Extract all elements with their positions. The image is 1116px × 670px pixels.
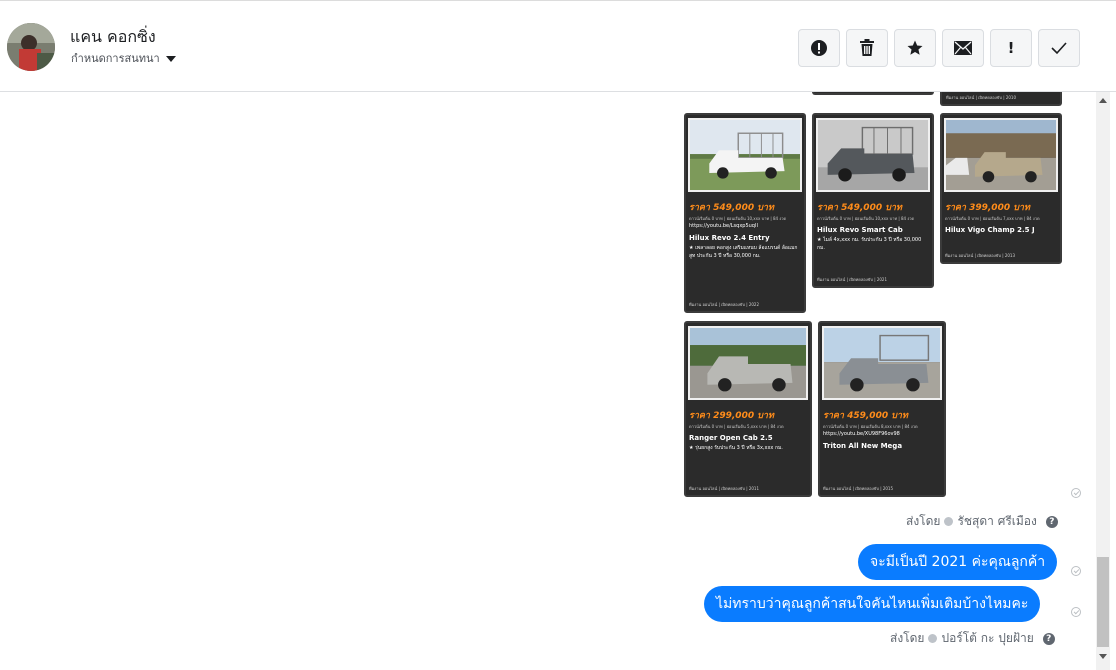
card-finance-info: ดาวน์เริ่มต้น 0 บาท | ผ่อนเริ่มต้น 5,xxx…: [689, 424, 784, 429]
messenger-conversation: แคน คอกซิ่ง กำหนดการสนทนา ! ทีมงาน ออนไล…: [0, 0, 1116, 670]
car-card[interactable]: ราคา 459,000 บาท ดาวน์เริ่มต้น 0 บาท | ผ…: [818, 321, 946, 497]
conversation-settings-label: กำหนดการสนทนา: [71, 52, 160, 65]
card-finance-info: ดาวน์เริ่มต้น 0 บาท | ผ่อนเริ่มต้น 10,xx…: [689, 216, 787, 221]
car-card[interactable]: ราคา 299,000 บาท ดาวน์เริ่มต้น 0 บาท | ผ…: [684, 321, 812, 497]
conversation-settings-dropdown[interactable]: กำหนดการสนทนา: [71, 49, 176, 67]
card-footer: ทีมงาน ออนไลน์ | เปิดทดลองขับ | 2011: [689, 486, 759, 491]
sent-by-prefix: ส่งโดย: [906, 514, 941, 528]
card-description: ★ เพลาลอย คอกสูง เสริมแหนบ ล้อแบรนด์ ล้อ…: [689, 245, 798, 259]
spam-button[interactable]: !: [990, 29, 1032, 67]
alert-circle-icon: [811, 40, 827, 56]
card-youtube-link[interactable]: https://youtu.be/Lsqxp5uqII: [686, 222, 804, 230]
report-button[interactable]: [798, 29, 840, 67]
star-icon: [907, 40, 923, 55]
card-footer: ทีมงาน ออนไลน์ | เปิดทดลองขับ | 2010: [946, 95, 1016, 100]
car-card[interactable]: ราคา 549,000 บาท ดาวน์เริ่มต้น 0 บาท | ผ…: [684, 113, 806, 313]
sender-name: รัชสุดา ศรีเมือง: [957, 514, 1037, 528]
card-model: Ranger Open Cab 2.5: [689, 434, 773, 442]
car-photo: [944, 118, 1058, 192]
card-footer: ทีมงาน ออนไลน์ | เปิดทดลองขับ | 2013: [945, 253, 1015, 258]
card-finance-info: ดาวน์เริ่มต้น 0 บาท | ผ่อนเริ่มต้น 7,xxx…: [945, 216, 1040, 221]
car-card-partial[interactable]: [812, 92, 934, 95]
envelope-icon: [954, 41, 972, 55]
verified-icon: [944, 517, 954, 526]
read-receipt-icon: [1071, 607, 1081, 617]
card-price: ราคา 549,000 บาท: [817, 203, 902, 213]
trash-icon: [860, 39, 874, 56]
card-model: Hilux Vigo Champ 2.5 J: [945, 226, 1035, 234]
read-receipt-icon: [1071, 488, 1081, 498]
avatar[interactable]: [7, 23, 55, 71]
scrollbar[interactable]: [1096, 92, 1110, 670]
card-model: Hilux Revo Smart Cab: [817, 226, 903, 234]
sent-by-line: ส่งโดย ปอร์โต้ กะ ปุยฝ้าย ?: [890, 629, 1055, 648]
caret-down-icon: [165, 55, 176, 62]
car-photo: [822, 326, 942, 400]
card-price: ราคา 399,000 บาท: [945, 203, 1030, 213]
card-finance-info: ดาวน์เริ่มต้น 0 บาท | ผ่อนเริ่มต้น 10,xx…: [817, 216, 915, 221]
check-icon: [1051, 42, 1067, 55]
card-footer: ทีมงาน ออนไลน์ | เปิดทดลองขับ | 2015: [823, 486, 893, 491]
contact-name[interactable]: แคน คอกซิ่ง: [70, 25, 156, 50]
card-footer: ทีมงาน ออนไลน์ | เปิดทดลองขับ | 2021: [817, 277, 887, 282]
sent-by-prefix: ส่งโดย: [890, 631, 925, 645]
card-footer: ทีมงาน ออนไลน์ | เปิดทดลองขับ | 2022: [689, 302, 759, 307]
card-description: ★ ไมล์ 4x,xxx กม. รับประกัน 3 ปี หรือ 30…: [817, 237, 922, 251]
scroll-down-arrow-icon[interactable]: [1099, 654, 1107, 659]
card-price: ราคา 459,000 บาท: [823, 411, 908, 421]
car-card[interactable]: ราคา 549,000 บาท ดาวน์เริ่มต้น 0 บาท | ผ…: [812, 113, 934, 288]
mark-done-button[interactable]: [1038, 29, 1080, 67]
card-description: ★ รุ่นยกสูง รับประกัน 3 ปี หรือ 3x,xxx ก…: [689, 445, 783, 451]
card-finance-info: ดาวน์เริ่มต้น 0 บาท | ผ่อนเริ่มต้น 8,xxx…: [823, 424, 918, 429]
card-price: ราคา 299,000 บาท: [689, 411, 774, 421]
verified-icon: [928, 634, 938, 643]
message-bubble[interactable]: ไม่ทราบว่าคุณลูกค้าสนใจคันไหนเพิ่มเติมบ้…: [704, 586, 1041, 622]
read-receipt-icon: [1071, 566, 1081, 576]
header-actions: !: [798, 29, 1080, 67]
car-card-partial[interactable]: ทีมงาน ออนไลน์ | เปิดทดลองขับ | 2010: [940, 92, 1062, 106]
help-icon[interactable]: ?: [1045, 515, 1058, 528]
card-model: Triton All New Mega: [823, 442, 903, 450]
message-bubble[interactable]: จะมีเป็นปี 2021 ค่ะคุณลูกค้า: [858, 544, 1058, 580]
sent-by-line: ส่งโดย รัชสุดา ศรีเมือง ?: [906, 512, 1058, 531]
star-button[interactable]: [894, 29, 936, 67]
help-icon[interactable]: ?: [1042, 632, 1055, 645]
car-photo: [816, 118, 930, 192]
card-model: Hilux Revo 2.4 Entry: [689, 234, 770, 242]
scrollbar-thumb[interactable]: [1097, 557, 1109, 647]
card-price: ราคา 549,000 บาท: [689, 203, 774, 213]
conversation-header: แคน คอกซิ่ง กำหนดการสนทนา !: [0, 0, 1116, 92]
delete-button[interactable]: [846, 29, 888, 67]
mark-unread-button[interactable]: [942, 29, 984, 67]
car-photo: [688, 326, 808, 400]
scroll-up-arrow-icon[interactable]: [1099, 98, 1107, 103]
card-youtube-link[interactable]: https://youtu.be/XU98F96ov98: [820, 430, 944, 438]
car-photo: [688, 118, 802, 192]
exclamation-icon: !: [1007, 39, 1015, 57]
sender-name: ปอร์โต้ กะ ปุยฝ้าย: [941, 631, 1034, 645]
car-card[interactable]: ราคา 399,000 บาท ดาวน์เริ่มต้น 0 บาท | ผ…: [940, 113, 1062, 264]
